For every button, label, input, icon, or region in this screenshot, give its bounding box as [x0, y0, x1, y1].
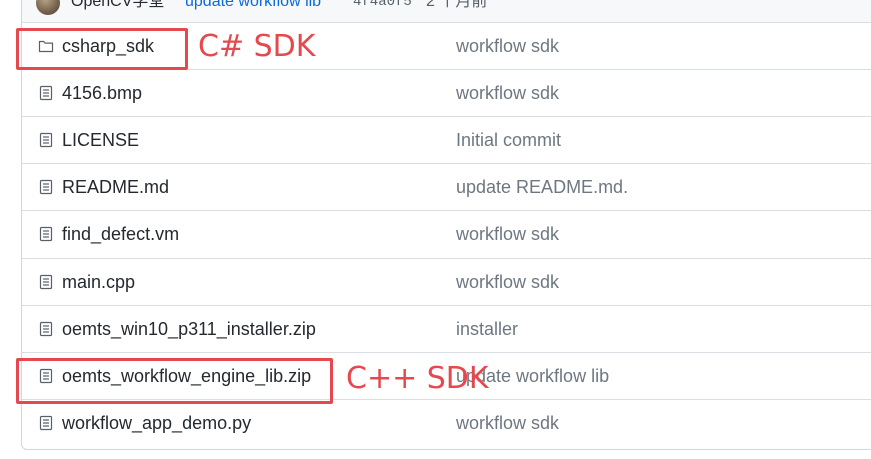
- commit-message-link[interactable]: update README.md.: [456, 177, 628, 197]
- commit-message-link[interactable]: workflow sdk: [456, 36, 559, 56]
- commit-message-link[interactable]: workflow sdk: [456, 83, 559, 103]
- cpp-sdk-annotation: C++ SDK: [346, 361, 489, 396]
- csharp-sdk-annotation: C# SDK: [198, 29, 316, 64]
- commit-time: 2 个月前: [426, 0, 488, 10]
- cpp-highlight-box: [16, 358, 333, 404]
- commit-sha[interactable]: 4f4a0f5: [353, 0, 412, 13]
- commit-message-link[interactable]: workflow sdk: [456, 224, 559, 244]
- commit-message-link[interactable]: workflow sdk: [456, 413, 559, 433]
- file-row-app-demo-py[interactable]: workflow_app_demo.py workflow sdk: [22, 399, 871, 446]
- file-name-link[interactable]: workflow_app_demo.py: [62, 413, 251, 433]
- file-icon: [39, 321, 53, 337]
- file-row-installer-zip[interactable]: oemts_win10_p311_installer.zip installer: [22, 305, 871, 352]
- avatar[interactable]: [36, 0, 60, 15]
- file-name-link[interactable]: main.cpp: [62, 272, 135, 292]
- file-row-4156-bmp[interactable]: 4156.bmp workflow sdk: [22, 69, 871, 116]
- commit-message-link[interactable]: workflow sdk: [456, 272, 559, 292]
- file-icon: [39, 274, 53, 290]
- file-name-link[interactable]: 4156.bmp: [62, 83, 142, 103]
- commit-author[interactable]: OpenCV学堂: [71, 0, 164, 13]
- file-name-link[interactable]: LICENSE: [62, 130, 139, 150]
- file-row-readme[interactable]: README.md update README.md.: [22, 163, 871, 210]
- file-icon: [39, 415, 53, 431]
- latest-commit-bar: OpenCV学堂 update workflow lib 4f4a0f5 2 个…: [22, 0, 871, 23]
- file-icon: [39, 85, 53, 101]
- file-name-link[interactable]: README.md: [62, 177, 169, 197]
- commit-message-link[interactable]: installer: [456, 319, 518, 339]
- file-name-link[interactable]: oemts_win10_p311_installer.zip: [62, 319, 316, 339]
- file-row-main-cpp[interactable]: main.cpp workflow sdk: [22, 258, 871, 305]
- file-row-license[interactable]: LICENSE Initial commit: [22, 116, 871, 163]
- file-icon: [39, 179, 53, 195]
- commit-message-link[interactable]: Initial commit: [456, 130, 561, 150]
- file-row-find-defect[interactable]: find_defect.vm workflow sdk: [22, 210, 871, 257]
- commit-message-link[interactable]: update workflow lib: [185, 0, 321, 13]
- file-icon: [39, 226, 53, 242]
- file-icon: [39, 132, 53, 148]
- file-name-link[interactable]: find_defect.vm: [62, 224, 179, 244]
- csharp-highlight-box: [16, 28, 188, 70]
